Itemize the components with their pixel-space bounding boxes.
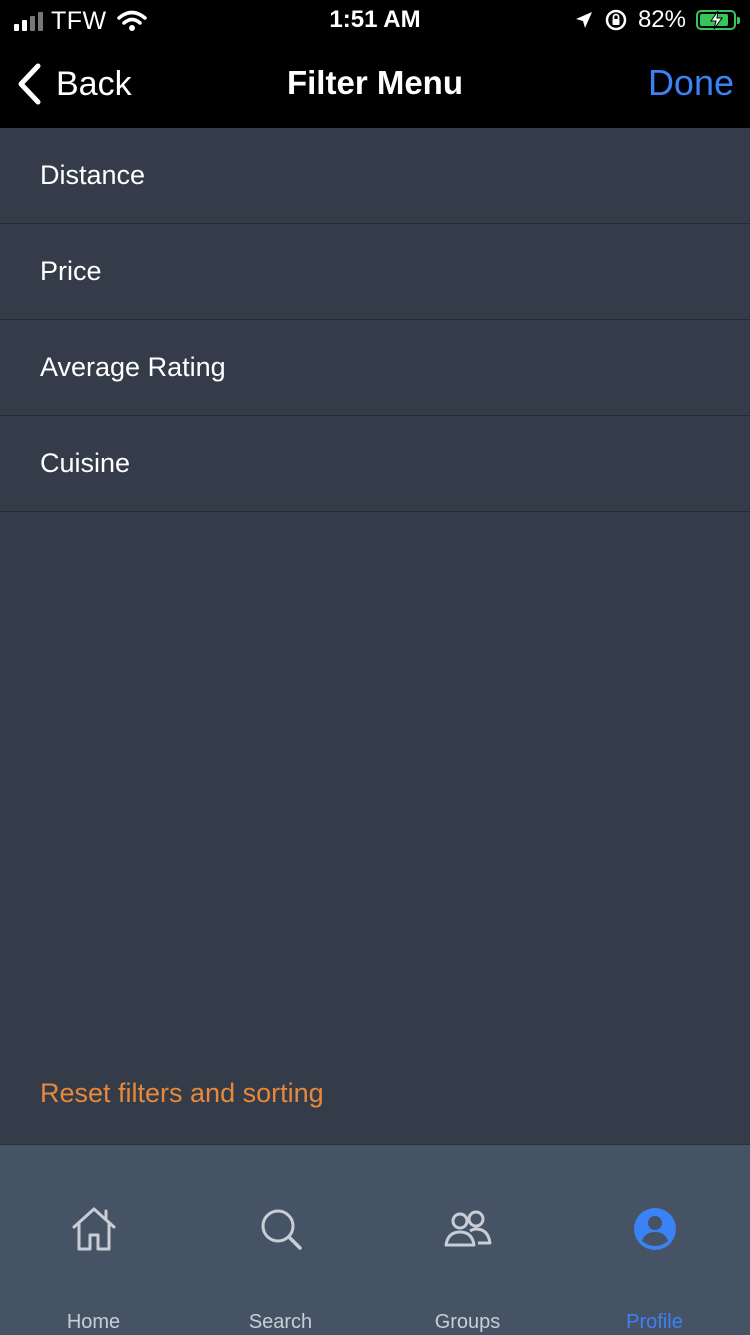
nav-bar: Back Filter Menu Done <box>0 40 750 128</box>
filter-item-cuisine[interactable]: Cuisine <box>0 416 750 512</box>
battery-percent: 82% <box>637 6 686 33</box>
tab-profile-label: Profile <box>626 1311 683 1333</box>
tab-groups[interactable]: Groups <box>374 1145 561 1335</box>
done-button[interactable]: Done <box>648 62 734 104</box>
battery-icon <box>696 10 740 30</box>
tab-groups-label: Groups <box>434 1311 501 1333</box>
groups-icon <box>444 1210 491 1247</box>
tab-home[interactable]: Home <box>0 1145 187 1335</box>
filter-list: Distance Price Average Rating Cuisine <box>0 128 750 512</box>
tab-bar: Home Search Groups Profile <box>0 1144 750 1335</box>
page-title: Filter Menu <box>286 64 463 101</box>
reset-filters-button[interactable]: Reset filters and sorting <box>40 1078 324 1109</box>
home-icon <box>72 1207 115 1251</box>
tab-profile[interactable]: Profile <box>561 1145 748 1335</box>
rotation-lock-icon <box>605 9 627 31</box>
profile-icon <box>633 1208 676 1250</box>
location-icon <box>575 12 592 28</box>
status-bar: TFW 1:51 AM 82% <box>0 0 750 40</box>
status-right: 82% <box>574 6 740 34</box>
filter-item-distance[interactable]: Distance <box>0 128 750 224</box>
tab-search-label: Search <box>248 1311 313 1333</box>
search-icon <box>261 1209 302 1250</box>
filter-item-price[interactable]: Price <box>0 224 750 320</box>
tab-search[interactable]: Search <box>187 1145 374 1335</box>
tab-home-label: Home <box>66 1311 121 1333</box>
filter-item-average-rating[interactable]: Average Rating <box>0 320 750 416</box>
